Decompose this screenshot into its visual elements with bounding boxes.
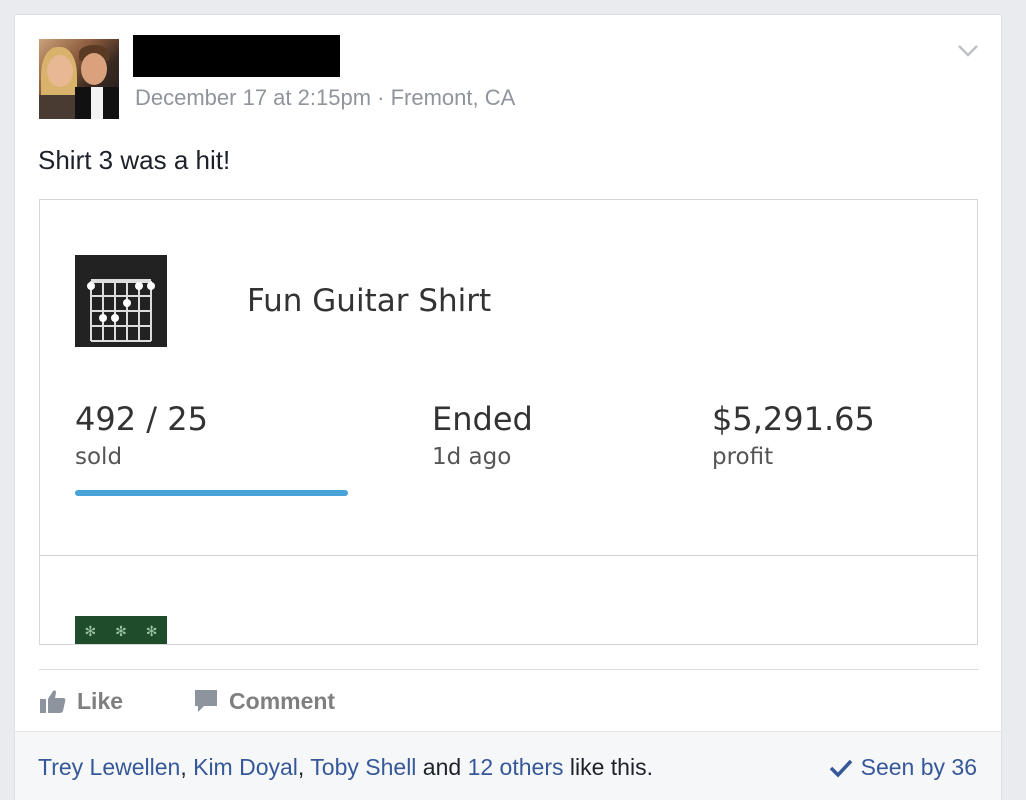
sales-progress-bar bbox=[75, 490, 348, 496]
redacted-author-name bbox=[133, 35, 340, 77]
status-stat: Ended 1d ago bbox=[432, 400, 533, 470]
campaign-card[interactable]: Fun Guitar Shirt 492 / 25 sold Ended 1d … bbox=[39, 199, 978, 645]
liker-link[interactable]: Kim Doyal bbox=[193, 754, 298, 780]
post-timestamp[interactable]: December 17 at 2:15pm bbox=[135, 85, 371, 110]
snowflake-icon: ✻ bbox=[145, 622, 158, 639]
likes-summary: Trey Lewellen, Kim Doyal, Toby Shell and… bbox=[38, 754, 653, 780]
others-link[interactable]: 12 others bbox=[468, 754, 564, 780]
likes-summary-bar: Trey Lewellen, Kim Doyal, Toby Shell and… bbox=[15, 731, 1001, 800]
feed-post: December 17 at 2:15pm · Fremont, CA Shir… bbox=[14, 14, 1002, 800]
like-button[interactable]: Like bbox=[39, 688, 123, 715]
post-location[interactable]: Fremont, CA bbox=[391, 85, 516, 110]
comment-icon bbox=[195, 690, 218, 712]
sold-count: 492 / 25 bbox=[75, 400, 208, 438]
sold-label: sold bbox=[75, 444, 123, 470]
liker-link[interactable]: Toby Shell bbox=[310, 754, 416, 780]
sold-stat: 492 / 25 sold bbox=[75, 400, 208, 470]
campaign-status: Ended bbox=[432, 400, 533, 438]
seen-by-link[interactable]: Seen by 36 bbox=[829, 754, 977, 781]
like-label: Like bbox=[77, 687, 124, 714]
action-divider bbox=[39, 669, 979, 670]
meta-separator: · bbox=[377, 85, 385, 110]
chevron-down-icon[interactable] bbox=[957, 43, 979, 59]
post-text: Shirt 3 was a hit! bbox=[38, 145, 231, 175]
seen-by-label: Seen by 36 bbox=[860, 754, 977, 780]
profit-stat: $5,291.65 profit bbox=[712, 400, 875, 470]
liker-link[interactable]: Trey Lewellen bbox=[38, 754, 180, 780]
profit-value: $5,291.65 bbox=[712, 400, 875, 438]
thumbs-up-icon bbox=[40, 690, 66, 713]
comment-label: Comment bbox=[229, 687, 336, 714]
guitar-chord-icon bbox=[75, 255, 167, 347]
profit-label: profit bbox=[712, 444, 774, 470]
post-actions: Like Comment bbox=[39, 685, 405, 717]
campaign-title[interactable]: Fun Guitar Shirt bbox=[247, 283, 491, 319]
next-campaign-thumbnail[interactable]: ✻ ✻ ✻ bbox=[75, 616, 167, 644]
card-divider bbox=[40, 555, 977, 556]
checkmark-icon bbox=[829, 759, 852, 778]
sales-progress-fill bbox=[75, 490, 348, 496]
snowflake-icon: ✻ bbox=[115, 622, 127, 639]
snowflake-icon: ✻ bbox=[84, 622, 97, 639]
status-time: 1d ago bbox=[432, 444, 512, 470]
profile-avatar[interactable] bbox=[39, 39, 119, 119]
comment-button[interactable]: Comment bbox=[193, 688, 335, 715]
post-meta: December 17 at 2:15pm · Fremont, CA bbox=[135, 85, 515, 111]
campaign-header: Fun Guitar Shirt bbox=[40, 200, 977, 360]
